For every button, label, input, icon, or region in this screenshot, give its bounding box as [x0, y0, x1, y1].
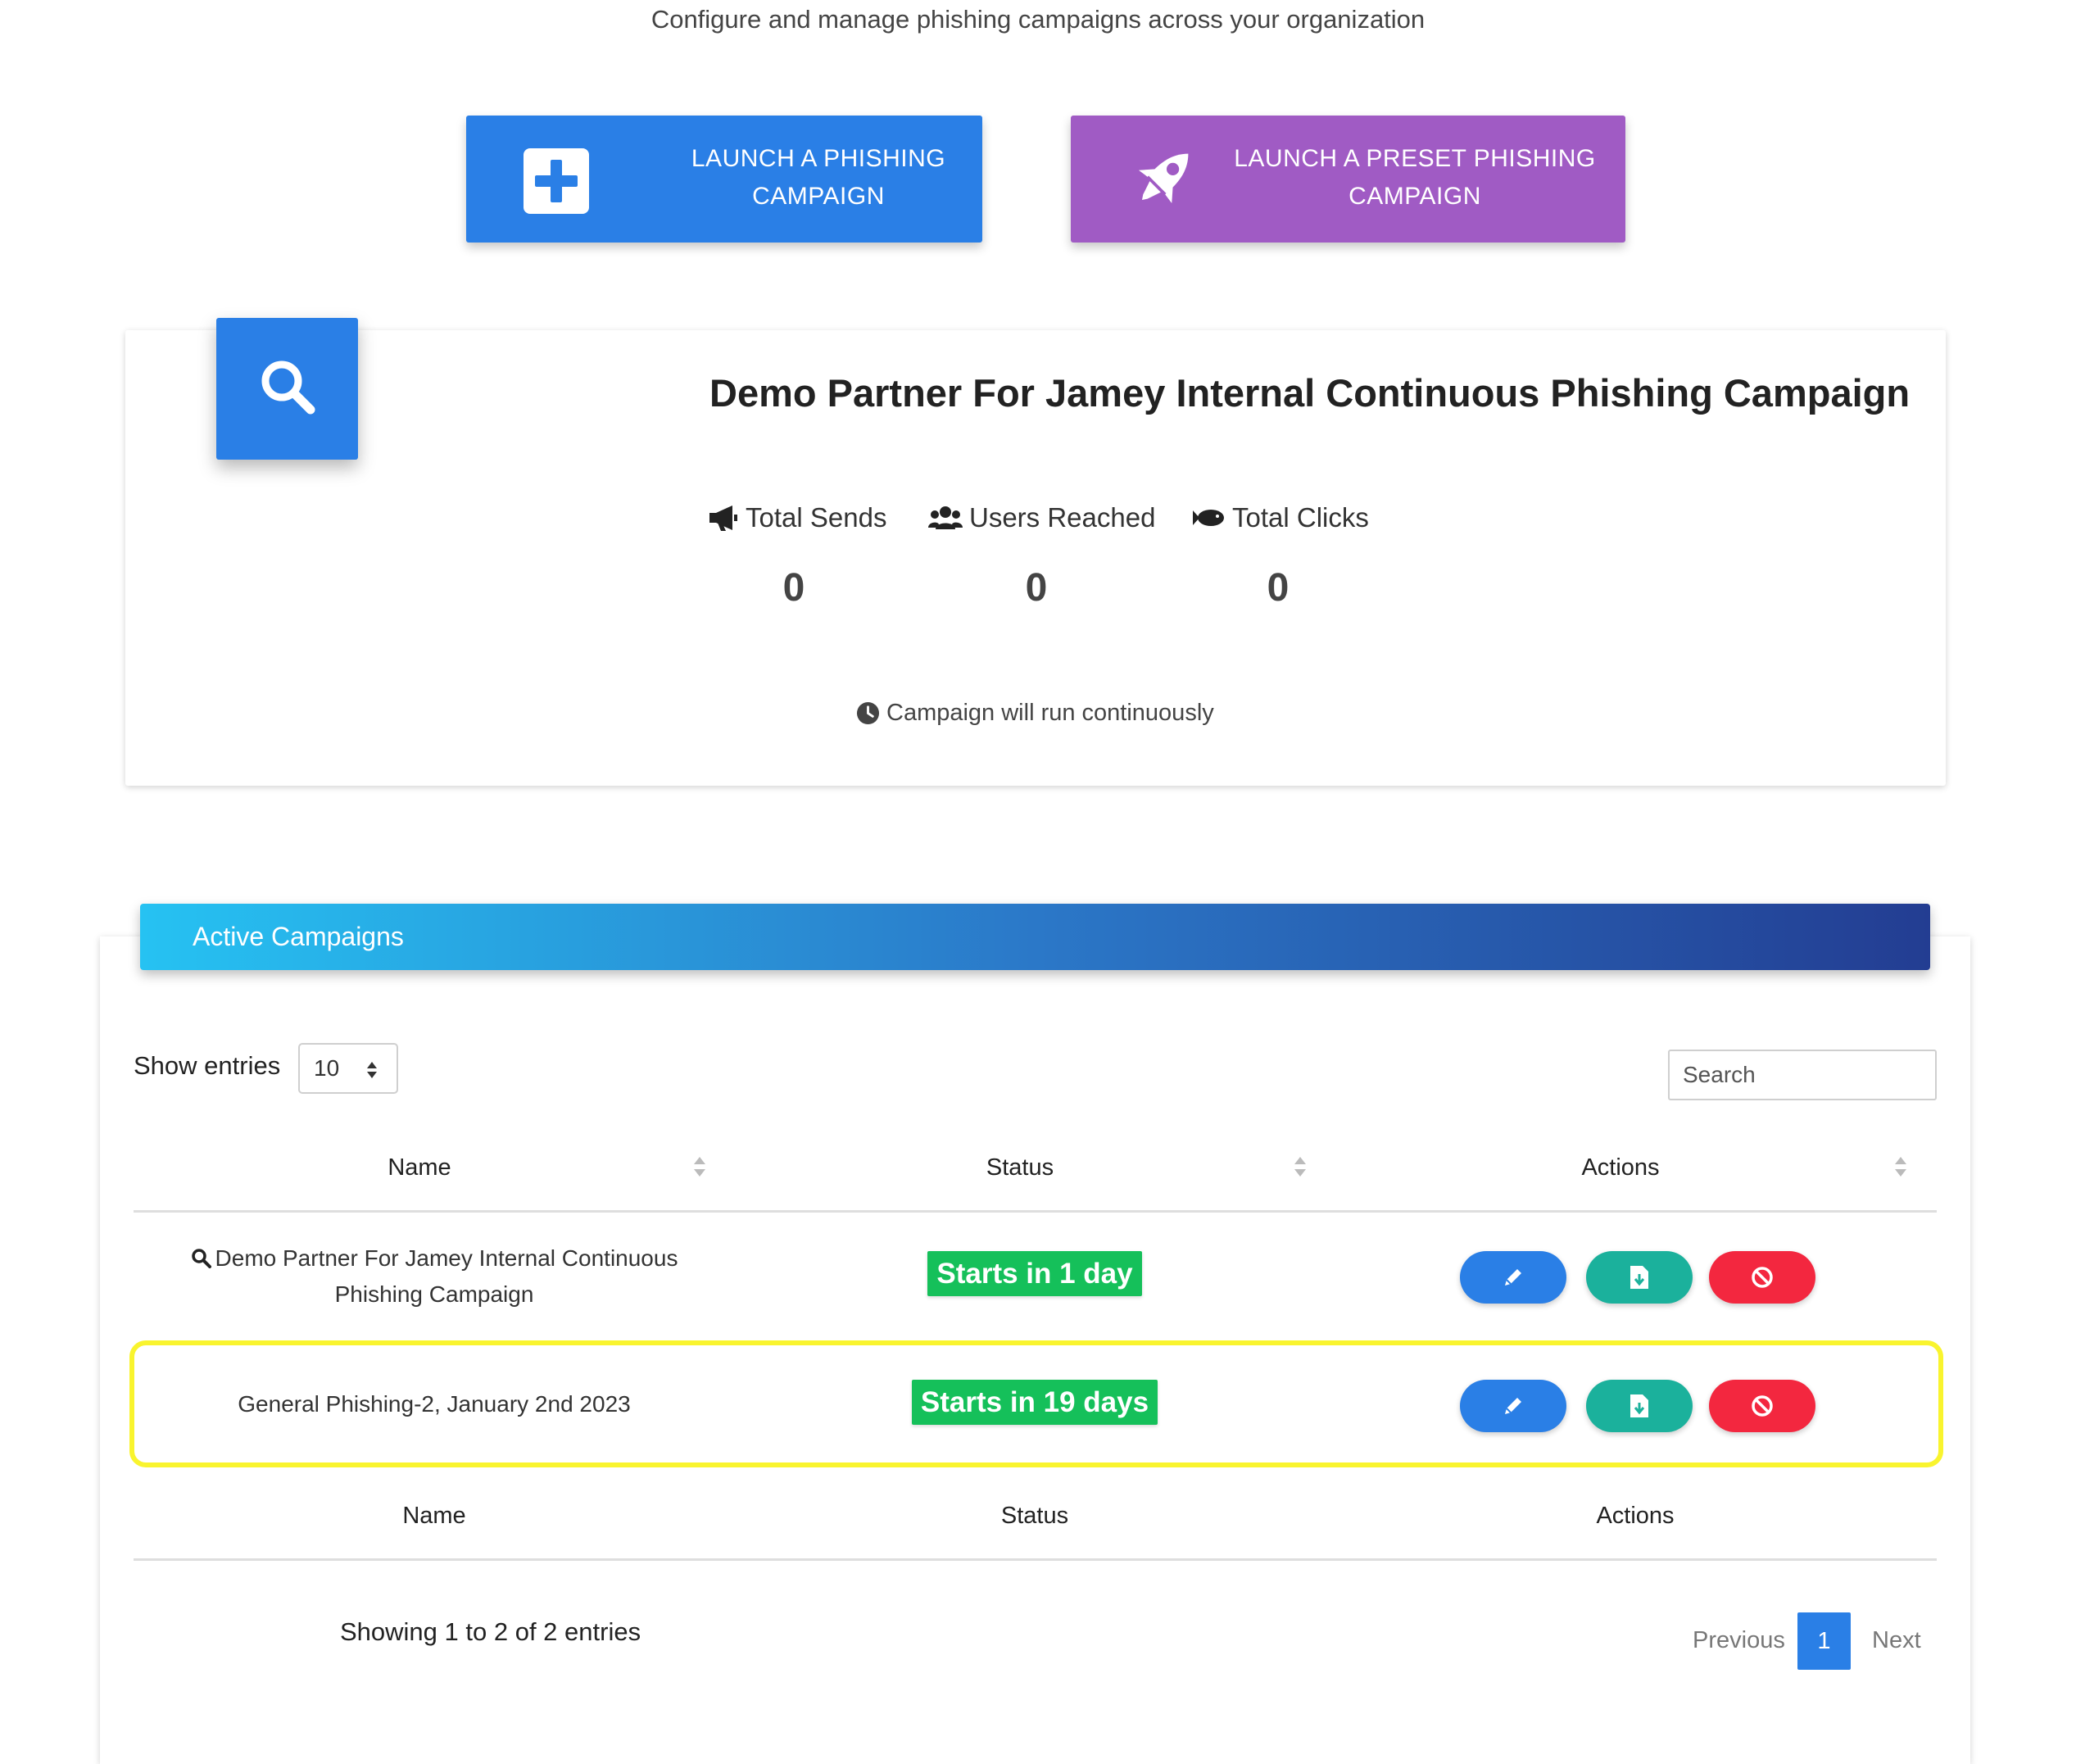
search-icon — [258, 357, 317, 420]
pagination-next[interactable]: Next — [1872, 1627, 1921, 1654]
select-arrows-icon — [365, 1059, 378, 1086]
table-row-2-name[interactable]: General Phishing-2, January 2nd 2023 — [172, 1386, 696, 1422]
stat-total-sends-label: Total Sends — [708, 502, 886, 533]
show-entries-label: Show entries — [134, 1051, 281, 1080]
footer-divider — [134, 1558, 1937, 1561]
row-2-download-report-button[interactable] — [1586, 1380, 1693, 1432]
pagination-page-1[interactable]: 1 — [1797, 1612, 1851, 1670]
ban-icon — [1752, 1395, 1773, 1417]
table-row-1-name[interactable]: Demo Partner For Jamey Internal Continuo… — [172, 1240, 696, 1313]
row-1-cancel-button[interactable] — [1709, 1251, 1815, 1304]
pencil-icon — [1505, 1269, 1521, 1286]
page-subtitle: Configure and manage phishing campaigns … — [650, 5, 1426, 34]
column-header-actions[interactable]: Actions — [1539, 1154, 1702, 1181]
active-campaigns-header: Active Campaigns — [140, 904, 1930, 970]
launch-preset-label: LAUNCH A PRESET PHISHING CAMPAIGN — [1234, 145, 1596, 210]
launch-preset-phishing-campaign-button[interactable]: LAUNCH A PRESET PHISHING CAMPAIGN — [1071, 116, 1625, 243]
row-1-download-report-button[interactable] — [1586, 1251, 1693, 1304]
file-download-icon — [1630, 1394, 1648, 1417]
stat-total-clicks-value: 0 — [1267, 566, 1290, 610]
launch-phishing-label: LAUNCH A PHISHING CAMPAIGN — [691, 145, 946, 210]
ban-icon — [1752, 1267, 1773, 1288]
fish-icon — [1193, 510, 1224, 526]
column-header-name[interactable]: Name — [338, 1154, 501, 1181]
column-header-status[interactable]: Status — [938, 1154, 1102, 1181]
file-download-icon — [1630, 1266, 1648, 1289]
rocket-icon — [1124, 140, 1202, 218]
campaign-title: Demo Partner For Jamey Internal Continuo… — [709, 371, 1911, 415]
table-info: Showing 1 to 2 of 2 entries — [340, 1617, 641, 1646]
sort-actions-icon[interactable] — [1893, 1155, 1908, 1182]
header-divider — [134, 1210, 1937, 1213]
footer-column-status: Status — [1000, 1503, 1069, 1529]
footer-column-actions: Actions — [1596, 1503, 1675, 1529]
stat-users-reached-label: Users Reached — [928, 502, 1155, 533]
clock-icon — [856, 701, 880, 725]
row-1-edit-button[interactable] — [1460, 1251, 1566, 1304]
stat-users-reached-value: 0 — [1025, 566, 1048, 610]
row-2-edit-button[interactable] — [1460, 1380, 1566, 1432]
stat-total-sends-value: 0 — [782, 566, 805, 610]
sort-status-icon[interactable] — [1293, 1155, 1308, 1182]
table-search-input[interactable] — [1668, 1050, 1937, 1100]
status-badge: Starts in 19 days — [912, 1380, 1158, 1425]
pagination-previous[interactable]: Previous — [1693, 1627, 1785, 1654]
status-badge: Starts in 1 day — [927, 1251, 1142, 1296]
users-icon — [928, 506, 963, 529]
entries-per-page-select[interactable]: 10 — [298, 1043, 398, 1094]
row-2-cancel-button[interactable] — [1709, 1380, 1815, 1432]
run-note: Campaign will run continuously — [856, 700, 1214, 727]
plus-square-icon — [524, 148, 589, 214]
sort-name-icon[interactable] — [692, 1155, 707, 1182]
stat-total-clicks-label: Total Clicks — [1193, 502, 1369, 533]
search-icon — [191, 1249, 211, 1268]
summary-search-tile — [216, 318, 358, 460]
pencil-icon — [1505, 1398, 1521, 1414]
megaphone-icon — [709, 506, 737, 531]
footer-column-name: Name — [402, 1503, 466, 1529]
launch-phishing-campaign-button[interactable]: LAUNCH A PHISHING CAMPAIGN — [466, 116, 982, 243]
